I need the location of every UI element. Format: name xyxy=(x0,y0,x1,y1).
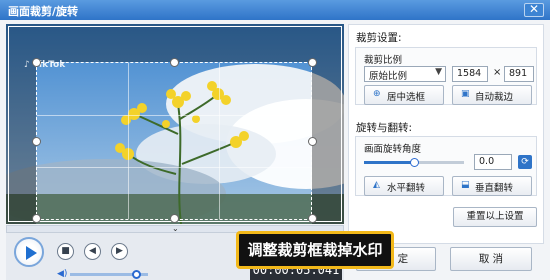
grid-line xyxy=(219,63,221,219)
annotation-callout: 调整裁剪框裁掉水印 xyxy=(236,231,394,269)
crop-handle-left[interactable] xyxy=(32,137,41,146)
crop-handle-bottom[interactable] xyxy=(170,214,179,223)
stop-button[interactable]: ■ xyxy=(57,243,74,260)
volume-slider-thumb[interactable] xyxy=(132,270,142,279)
crop-handle-bottom-left[interactable] xyxy=(32,214,41,223)
crop-settings-group: 裁剪比例 原始比例 ▼ 1584 × 891 ⊕ 居中选框 ▣ 自动裁边 xyxy=(355,47,537,105)
prev-frame-button[interactable]: ◀ xyxy=(84,243,101,260)
reset-settings-button[interactable]: 重置以上设置 xyxy=(453,207,537,227)
grid-line xyxy=(128,63,130,219)
rotate-angle-input[interactable]: 0.0 xyxy=(474,154,512,170)
cancel-button[interactable]: 取 消 xyxy=(450,247,532,271)
crop-ratio-select[interactable]: 原始比例 ▼ xyxy=(364,66,446,82)
crop-handle-bottom-right[interactable] xyxy=(308,214,317,223)
vertical-flip-button[interactable]: ⬓ 垂直翻转 xyxy=(452,176,532,196)
crop-handle-top-left[interactable] xyxy=(32,58,41,67)
window-title: 画面裁剪/旋转 xyxy=(8,5,79,18)
auto-crop-button[interactable]: ▣ 自动裁边 xyxy=(452,85,532,105)
rotate-icon[interactable]: ⟳ xyxy=(518,155,532,169)
rotate-angle-slider-fill[interactable] xyxy=(364,161,414,164)
crop-handle-right[interactable] xyxy=(308,137,317,146)
crop-handle-top[interactable] xyxy=(170,58,179,67)
chevron-down-icon: ▼ xyxy=(435,67,442,77)
crop-ratio-value: 原始比例 xyxy=(369,71,408,82)
dialog-body: ♪ TikTok ⌄ ■ ◀ ▶ ◀) 00:00:05.041 裁剪设置: 裁… xyxy=(0,20,550,280)
chevron-down-icon: ⌄ xyxy=(172,224,179,233)
close-button[interactable]: ✕ xyxy=(524,2,544,17)
crop-height-input[interactable]: 891 xyxy=(504,66,534,82)
crop-width-input[interactable]: 1584 xyxy=(452,66,488,82)
crop-mask-right xyxy=(312,62,344,224)
rotate-settings-group: 画面旋转角度 0.0 ⟳ ◭ 水平翻转 ⬓ 垂直翻转 xyxy=(355,136,537,196)
play-icon xyxy=(26,246,37,260)
crop-handle-top-right[interactable] xyxy=(308,58,317,67)
next-frame-button[interactable]: ▶ xyxy=(111,243,128,260)
title-bar: 画面裁剪/旋转 ✕ xyxy=(0,0,550,20)
stop-icon: ■ xyxy=(61,246,70,256)
auto-crop-icon: ▣ xyxy=(461,89,470,99)
rotate-section-title: 旋转与翻转: xyxy=(356,122,413,134)
times-sign: × xyxy=(493,67,502,78)
play-button[interactable] xyxy=(14,237,44,267)
horizontal-flip-button[interactable]: ◭ 水平翻转 xyxy=(364,176,444,196)
center-crop-button[interactable]: ⊕ 居中选框 xyxy=(364,85,444,105)
horizontal-flip-label: 水平翻转 xyxy=(387,183,426,194)
rotate-angle-slider-track[interactable] xyxy=(414,161,464,164)
auto-crop-label: 自动裁边 xyxy=(475,92,514,103)
rotate-angle-label: 画面旋转角度 xyxy=(364,144,422,155)
vertical-flip-icon: ⬓ xyxy=(461,180,470,190)
grid-line xyxy=(37,114,311,116)
video-preview[interactable]: ♪ TikTok xyxy=(6,24,344,224)
rotate-angle-slider-thumb[interactable] xyxy=(410,158,419,167)
center-icon: ⊕ xyxy=(373,89,381,99)
horizontal-flip-icon: ◭ xyxy=(373,180,380,190)
grid-line xyxy=(37,166,311,168)
prev-frame-icon: ◀ xyxy=(89,246,96,256)
crop-mask-top xyxy=(6,24,344,62)
tiktok-icon: ♪ xyxy=(24,60,30,70)
crop-ratio-label: 裁剪比例 xyxy=(364,55,403,66)
center-crop-label: 居中选框 xyxy=(387,92,426,103)
vertical-flip-label: 垂直翻转 xyxy=(475,183,514,194)
crop-box[interactable] xyxy=(36,62,312,220)
volume-icon[interactable]: ◀) xyxy=(57,269,67,279)
settings-panel: 裁剪设置: 裁剪比例 原始比例 ▼ 1584 × 891 ⊕ 居中选框 ▣ 自动… xyxy=(348,24,544,244)
crop-section-title: 裁剪设置: xyxy=(356,32,402,44)
close-icon: ✕ xyxy=(528,2,540,16)
next-frame-icon: ▶ xyxy=(116,246,123,256)
